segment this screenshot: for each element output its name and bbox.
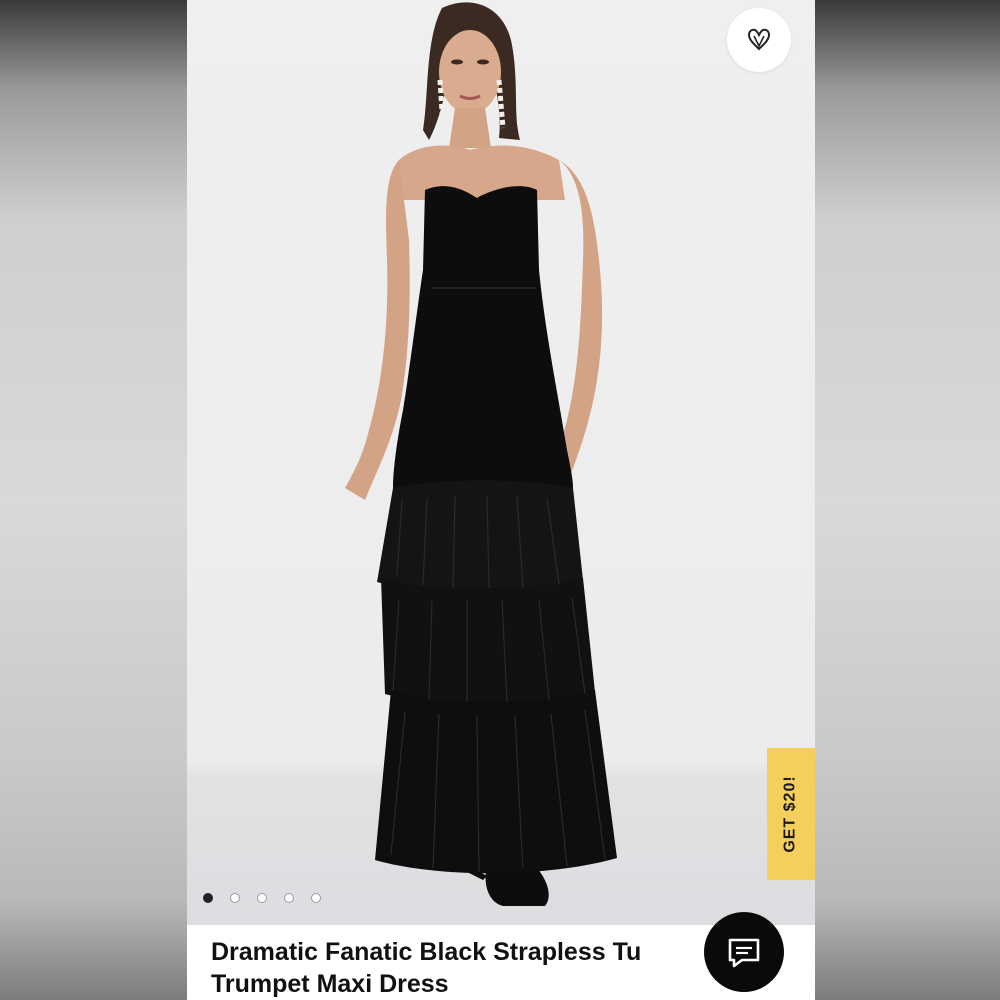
chat-bubble-icon <box>728 938 760 968</box>
heart-icon <box>747 28 771 51</box>
chat-button[interactable] <box>704 912 784 992</box>
promo-tab[interactable]: GET $20! <box>767 748 815 880</box>
gallery-dot[interactable] <box>203 893 213 903</box>
gallery-dot[interactable] <box>311 893 321 903</box>
promo-label: GET $20! <box>782 775 800 853</box>
model-illustration <box>345 2 617 906</box>
product-title-line2: Trumpet Maxi Dress <box>211 970 449 998</box>
gallery-dot[interactable] <box>284 893 294 903</box>
product-page: GET $20! Dramatic Fanatic Black Straples… <box>187 0 815 1000</box>
product-title-line1: Dramatic Fanatic Black Strapless Tu <box>211 938 642 966</box>
gallery-pagination <box>203 893 321 903</box>
background-left <box>0 0 187 1000</box>
product-image[interactable]: GET $20! <box>187 0 815 925</box>
gallery-dot[interactable] <box>257 893 267 903</box>
gallery-dot[interactable] <box>230 893 240 903</box>
product-title: Dramatic Fanatic Black Strapless Tu Trum… <box>211 936 671 1000</box>
favorite-button[interactable] <box>727 8 791 72</box>
background-right <box>815 0 1000 1000</box>
